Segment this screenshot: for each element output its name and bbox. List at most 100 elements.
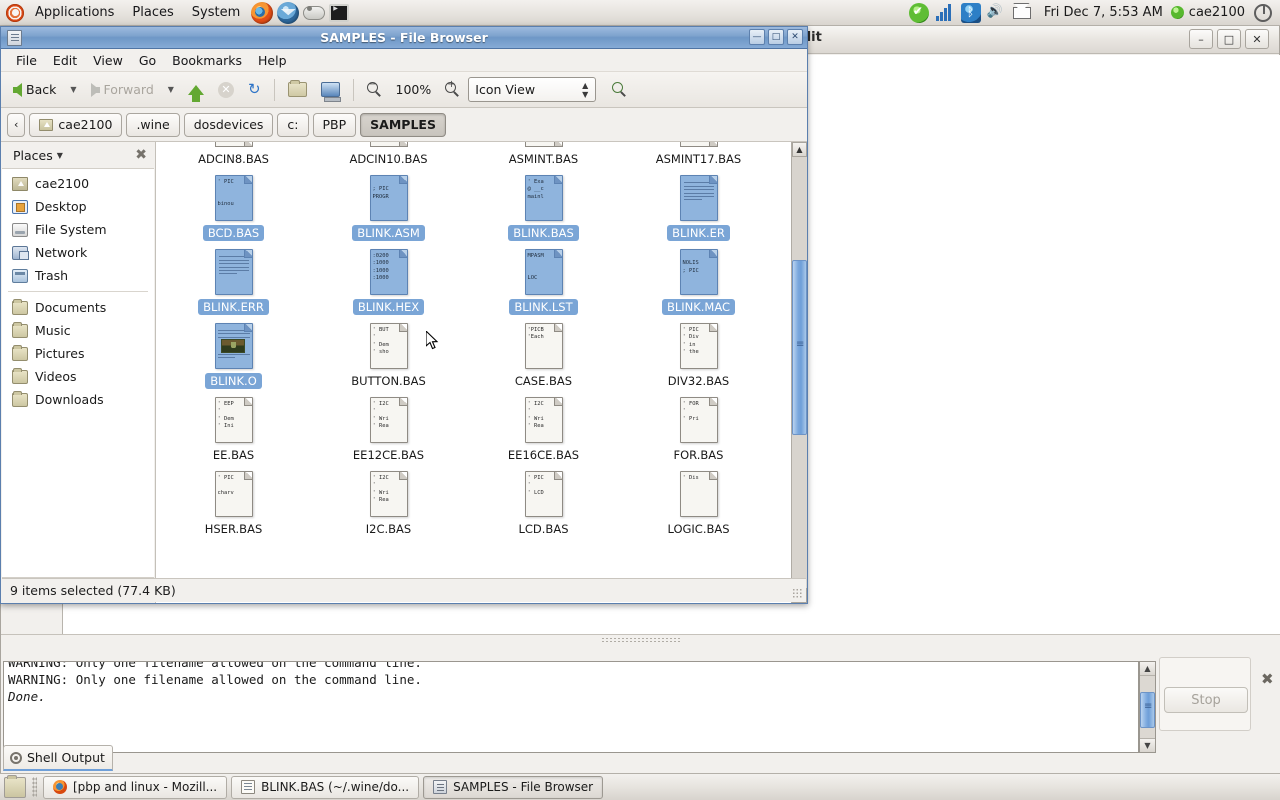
scrollbar-thumb[interactable]	[1140, 692, 1155, 728]
file-item[interactable]: ' Dis LOGIC.BAS	[621, 463, 776, 537]
zoom-in-button[interactable]	[439, 78, 466, 101]
volume-icon[interactable]	[987, 3, 1007, 23]
sidebar-item-cae2100[interactable]: cae2100	[2, 172, 154, 195]
view-mode-select[interactable]: Icon View ▲ ▼	[468, 77, 597, 102]
update-manager-icon[interactable]	[908, 2, 929, 23]
forward-history-dropdown[interactable]: ▼	[162, 81, 180, 98]
ubuntu-logo-icon[interactable]	[6, 3, 24, 22]
sidebar-item-downloads[interactable]: Downloads	[2, 388, 154, 411]
file-item[interactable]: :0200 :1000 :1000 :1000 BLINK.HEX	[311, 241, 466, 315]
breadcrumb-item-cae2100[interactable]: cae2100	[29, 112, 123, 137]
firefox-icon[interactable]	[251, 1, 274, 24]
minimize-button[interactable]: —	[749, 29, 765, 45]
menu-file[interactable]: File	[9, 50, 44, 71]
shell-scrollbar[interactable]: ▲ ▼	[1139, 661, 1156, 753]
up-button[interactable]	[182, 81, 210, 102]
gedit-maximize-button[interactable]: □	[1217, 29, 1241, 49]
menu-edit[interactable]: Edit	[46, 50, 84, 71]
file-item[interactable]: ' I2C ' ' Wri ' Rea EE16CE.BAS	[466, 389, 621, 463]
reload-button[interactable]: ↻	[242, 78, 267, 101]
menu-places[interactable]: Places	[123, 2, 182, 23]
menu-bookmarks[interactable]: Bookmarks	[165, 50, 249, 71]
file-item[interactable]: ; PIC PROGR BLINK.ASM	[311, 167, 466, 241]
file-item[interactable]: ' PIC charv HSER.BAS	[156, 463, 311, 537]
username-label[interactable]: cae2100	[1184, 5, 1251, 20]
file-item[interactable]: ADCIN8.BAS	[156, 142, 311, 167]
file-item[interactable]: ' BUT ' ' Dem ' sho BUTTON.BAS	[311, 315, 466, 389]
maximize-button[interactable]: □	[768, 29, 784, 45]
home-button[interactable]	[282, 78, 313, 101]
file-item[interactable]: NOLIS ; PIC BLINK.MAC	[621, 241, 776, 315]
file-item[interactable]: 'PICB 'Each CASE.BAS	[466, 315, 621, 389]
gedit-minimize-button[interactable]: –	[1189, 29, 1213, 49]
sidebar-item-pictures[interactable]: Pictures	[2, 342, 154, 365]
stop-loading-button[interactable]: ✕	[212, 78, 240, 102]
file-item[interactable]: ' EEP ' ' Dem ' Ini EE.BAS	[156, 389, 311, 463]
show-desktop-icon[interactable]	[4, 774, 26, 798]
file-item[interactable]: MPASM LOC BLINK.LST	[466, 241, 621, 315]
file-item[interactable]: ASMINT.BAS	[466, 142, 621, 167]
sidebar-item-network[interactable]: Network	[2, 241, 154, 264]
file-item[interactable]: ' PIC binou BCD.BAS	[156, 167, 311, 241]
user-status-icon[interactable]	[1170, 6, 1184, 19]
forward-button[interactable]: Forward	[85, 78, 160, 101]
breadcrumb-item-c[interactable]: c:	[277, 112, 309, 137]
computer-button[interactable]	[315, 78, 346, 102]
tab-shell-output[interactable]: Shell Output	[3, 745, 113, 771]
menu-view[interactable]: View	[86, 50, 130, 71]
scroll-up-icon[interactable]: ▲	[792, 142, 807, 157]
file-item[interactable]: BLINK.ERR	[156, 241, 311, 315]
file-item[interactable]: ' I2C ' ' Wri ' Rea I2C.BAS	[311, 463, 466, 537]
terminal-icon[interactable]	[329, 2, 351, 24]
file-item[interactable]: ' FOR ' ' Pri FOR.BAS	[621, 389, 776, 463]
menu-help[interactable]: Help	[251, 50, 294, 71]
sidebar-item-music[interactable]: Music	[2, 319, 154, 342]
file-item[interactable]: ADCIN10.BAS	[311, 142, 466, 167]
file-item[interactable]: ' I2C ' ' Wri ' Rea EE12CE.BAS	[311, 389, 466, 463]
menu-system[interactable]: System	[183, 2, 249, 23]
breadcrumb-item-dosdevices[interactable]: dosdevices	[183, 112, 274, 137]
back-button[interactable]: Back	[7, 78, 62, 101]
breadcrumb-item-samples[interactable]: SAMPLES	[360, 112, 446, 137]
breadcrumb-item-pbp[interactable]: PBP	[312, 112, 357, 137]
panel-resize-grip[interactable]	[601, 637, 681, 643]
file-item[interactable]: ' Exa @ __c mainl BLINK.BAS	[466, 167, 621, 241]
close-button[interactable]: ✕	[787, 29, 803, 45]
network-signal-icon[interactable]	[935, 3, 955, 23]
clock[interactable]: Fri Dec 7, 5:53 AM	[1036, 5, 1171, 20]
task-firefox[interactable]: [pbp and linux - Mozill...	[43, 775, 228, 799]
task-gedit[interactable]: BLINK.BAS (~/.wine/do...	[231, 775, 420, 799]
file-icon-view[interactable]: ADCIN8.BAS ADCIN10.BAS ASMINT.BAS ASMINT17.…	[156, 142, 807, 603]
scroll-down-icon[interactable]: ▼	[1140, 738, 1155, 752]
sidebar-item-videos[interactable]: Videos	[2, 365, 154, 388]
file-view-scrollbar[interactable]: ▲ ▼	[791, 142, 807, 603]
file-item[interactable]: BLINK.ER	[621, 167, 776, 241]
gamepad-icon[interactable]	[303, 2, 326, 24]
task-file-browser[interactable]: SAMPLES - File Browser	[423, 775, 604, 799]
shell-panel-close-icon[interactable]: ✖	[1261, 672, 1275, 687]
thunderbird-icon[interactable]	[277, 1, 300, 24]
bluetooth-icon[interactable]	[960, 2, 981, 23]
file-item[interactable]: BLINK.O	[156, 315, 311, 389]
sidebar-item-documents[interactable]: Documents	[2, 296, 154, 319]
file-item[interactable]: ASMINT17.BAS	[621, 142, 776, 167]
sidebar-item-file-system[interactable]: File System	[2, 218, 154, 241]
scrollbar-thumb[interactable]	[792, 260, 807, 435]
sidebar-selector[interactable]: Places ▼	[13, 148, 63, 163]
search-button[interactable]	[606, 78, 633, 101]
shell-output-text[interactable]: WARNING: Only one filename allowed on th…	[3, 661, 1139, 753]
menu-go[interactable]: Go	[132, 50, 163, 71]
gedit-close-button[interactable]: ✕	[1245, 29, 1269, 49]
breadcrumb-item-wine[interactable]: .wine	[126, 112, 180, 137]
menu-applications[interactable]: Applications	[26, 2, 123, 23]
sidebar-item-desktop[interactable]: Desktop	[2, 195, 154, 218]
mail-icon[interactable]	[1012, 3, 1033, 23]
back-history-dropdown[interactable]: ▼	[64, 81, 82, 98]
file-item[interactable]: ' PIC ' ' LCD LCD.BAS	[466, 463, 621, 537]
resize-grip[interactable]	[792, 588, 802, 598]
taskbar-grip[interactable]	[32, 777, 37, 797]
sidebar-close-icon[interactable]: ✖	[135, 148, 147, 162]
breadcrumb-prev-button[interactable]: ‹	[7, 112, 26, 137]
zoom-out-button[interactable]	[361, 78, 388, 101]
scroll-up-icon[interactable]: ▲	[1140, 662, 1155, 676]
